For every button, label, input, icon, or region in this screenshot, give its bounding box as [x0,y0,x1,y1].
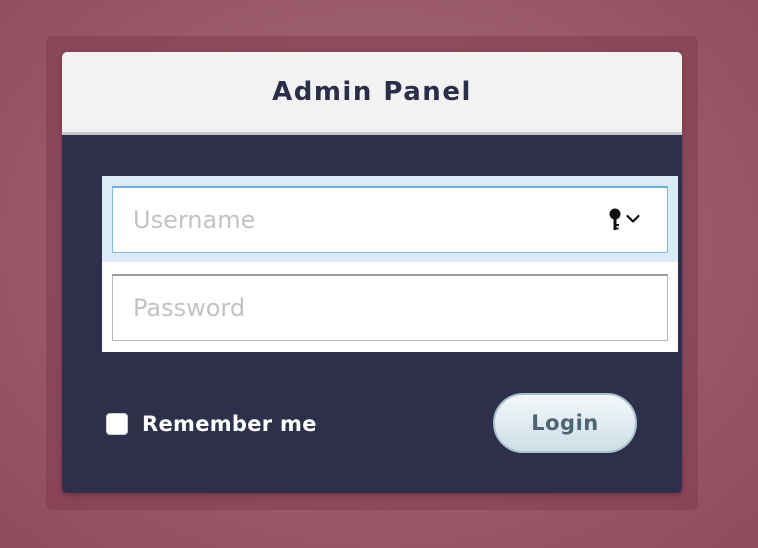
login-fields [102,176,678,352]
remember-me-checkbox[interactable] [106,413,128,435]
chevron-down-icon[interactable] [626,214,640,224]
password-input[interactable] [112,274,668,341]
page-title: Admin Panel [272,77,472,107]
username-input[interactable] [112,186,668,253]
remember-me[interactable]: Remember me [106,412,317,436]
panel-header: Admin Panel [62,52,682,135]
key-icon[interactable] [608,208,622,232]
remember-me-label[interactable]: Remember me [142,412,317,436]
login-button[interactable]: Login [493,393,637,453]
admin-panel: Admin Panel Remember me Login [62,52,682,493]
username-focus-ring [102,176,678,262]
